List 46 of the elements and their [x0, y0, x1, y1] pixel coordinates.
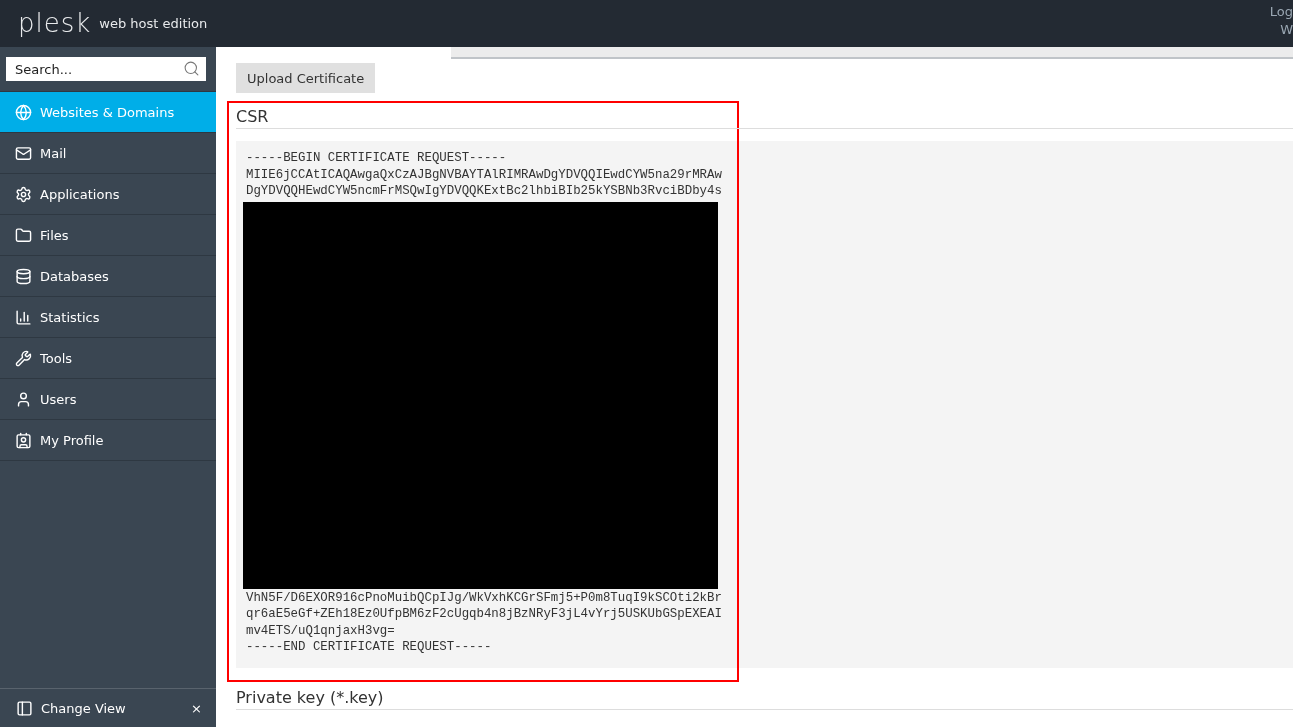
edition-label: web host edition [99, 15, 208, 31]
sidebar-item[interactable]: My Profile [0, 420, 216, 461]
sidebar-item[interactable]: Mail [0, 133, 216, 174]
sidebar-item-label: Statistics [40, 309, 100, 325]
sidebar-item-label: Databases [40, 268, 109, 284]
sidebar-item-label: Users [40, 391, 77, 407]
csr-line: qr6aE5eGf+ZEh18Ez0UfpBM6zF2cUgqb4n8jBzNRyF3jL4vYrj5USKUbGSpEXEAI [246, 606, 723, 623]
database-icon [15, 267, 32, 285]
bar-chart-icon [15, 308, 32, 326]
change-view-label: Change View [41, 700, 126, 716]
csr-line: -----BEGIN CERTIFICATE REQUEST----- [246, 150, 508, 167]
sidebar-item-label: Tools [40, 350, 73, 366]
section-title: Private key (*.key) [236, 687, 384, 707]
upload-certificate-button[interactable]: Upload Certificate [236, 63, 376, 93]
folder-icon [15, 226, 32, 244]
csr-line: MIIE6jCCAtICAQAwgaQxCzAJBgNVBAYTAlRIMRAwDgYDVQQIEwdCYW5na29rMRAw [246, 166, 723, 183]
csr-line: mv4ETS/uQ1qnjaxH3vg= [246, 622, 396, 639]
sidebar-item[interactable]: Databases [0, 256, 216, 297]
section-title: CSR [236, 107, 269, 126]
header-link[interactable]: Log [1269, 3, 1293, 21]
sidebar-item-label: Applications [40, 186, 120, 202]
change-view-bar[interactable]: Change View × [0, 688, 216, 727]
sidebar-item-label: Files [40, 227, 69, 243]
sidebar-item[interactable]: Users [0, 379, 216, 420]
layout-icon [16, 699, 33, 717]
sidebar-item[interactable]: Statistics [0, 297, 216, 338]
sidebar-item-label: Mail [40, 145, 67, 161]
sidebar-item[interactable]: Tools [0, 338, 216, 379]
sidebar-item-label: Websites & Domains [40, 104, 175, 120]
envelope-icon [15, 144, 32, 162]
header-link[interactable]: W [1280, 21, 1293, 39]
sidebar-item-label: My Profile [40, 432, 104, 448]
close-icon[interactable]: × [191, 700, 202, 716]
logo: plesk [18, 8, 92, 38]
csr-line: VhN5F/D6EXOR916cPnoMuibQCpIJg/WkVxhKCGrSFmj5+P0m8TuqI9kSCOti2kBr [246, 589, 723, 606]
tools-icon [15, 349, 32, 367]
gear-icon [15, 185, 32, 203]
id-card-icon [15, 431, 32, 449]
csr-line: DgYDVQQHEwdCYW5ncmFrMSQwIgYDVQQKExtBc2lhbiBIb25kYSBNb3RvciBDby4s [246, 183, 723, 200]
csr-line: -----END CERTIFICATE REQUEST----- [246, 639, 493, 656]
sidebar-item[interactable]: Applications [0, 174, 216, 215]
search-field[interactable]: Search... [6, 57, 206, 81]
sidebar-item[interactable]: Files [0, 215, 216, 256]
search-icon [183, 60, 200, 77]
globe-icon [15, 103, 32, 121]
user-icon [15, 390, 32, 408]
